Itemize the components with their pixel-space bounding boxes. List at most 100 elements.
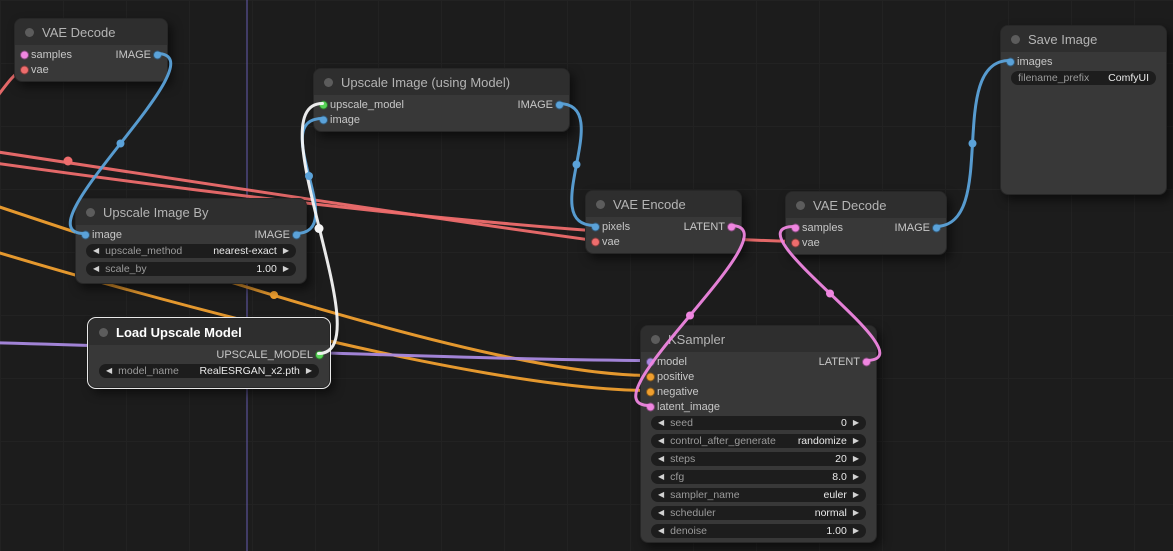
widget-label: scale_by	[105, 263, 147, 275]
input-label: negative	[657, 385, 699, 398]
widget-model-name[interactable]: ◀ model_name RealESRGAN_x2.pth ▶	[99, 364, 319, 378]
widget-sampler-name[interactable]: ◀ sampler_name euler ▶	[651, 488, 866, 502]
input-slot-vae[interactable]	[791, 238, 800, 247]
widget-label: steps	[670, 453, 696, 465]
widget-label: filename_prefix	[1018, 72, 1090, 84]
decrement-arrow-icon[interactable]: ◀	[106, 367, 112, 375]
input-slot-pixels[interactable]	[591, 222, 600, 231]
decrement-arrow-icon[interactable]: ◀	[658, 473, 664, 481]
increment-arrow-icon[interactable]: ▶	[853, 527, 859, 535]
increment-arrow-icon[interactable]: ▶	[853, 455, 859, 463]
output-slot-latent[interactable]	[727, 222, 736, 231]
output-slot-image[interactable]	[292, 230, 301, 239]
node-titlebar[interactable]: Save Image	[1001, 26, 1166, 52]
node-title: Load Upscale Model	[116, 324, 242, 340]
widget-label: seed	[670, 417, 693, 429]
collapse-icon[interactable]	[86, 207, 95, 217]
input-label: upscale_model	[330, 98, 404, 111]
node-titlebar[interactable]: Load Upscale Model	[89, 319, 329, 345]
widget-seed[interactable]: ◀ seed 0 ▶	[651, 416, 866, 430]
widget-value: 1.00	[826, 525, 847, 537]
input-slot-negative[interactable]	[646, 387, 655, 396]
node-titlebar[interactable]: KSampler	[641, 326, 876, 352]
increment-arrow-icon[interactable]: ▶	[853, 491, 859, 499]
input-slot-samples[interactable]	[20, 50, 29, 59]
widget-filename-prefix[interactable]: filename_prefix ComfyUI	[1011, 71, 1156, 85]
input-slot-samples[interactable]	[791, 223, 800, 232]
input-slot-image[interactable]	[319, 115, 328, 124]
input-slot-latent-image[interactable]	[646, 402, 655, 411]
output-slot-upscale-model[interactable]	[315, 350, 324, 359]
increment-arrow-icon[interactable]: ▶	[853, 437, 859, 445]
wire-dot-image-2	[305, 172, 313, 180]
input-slot-model[interactable]	[646, 357, 655, 366]
decrement-arrow-icon[interactable]: ◀	[658, 491, 664, 499]
decrement-arrow-icon[interactable]: ◀	[93, 247, 99, 255]
decrement-arrow-icon[interactable]: ◀	[658, 527, 664, 535]
collapse-icon[interactable]	[596, 199, 605, 209]
input-slot-image[interactable]	[81, 230, 90, 239]
input-slot-images[interactable]	[1006, 57, 1015, 66]
node-load-upscale-model[interactable]: Load Upscale Model UPSCALE_MODEL ◀ model…	[87, 317, 331, 389]
output-label: UPSCALE_MODEL	[216, 348, 313, 361]
node-ksampler[interactable]: KSampler model LATENT positive negative …	[640, 325, 877, 543]
node-titlebar[interactable]: VAE Encode	[586, 191, 741, 217]
decrement-arrow-icon[interactable]: ◀	[658, 437, 664, 445]
node-vae-encode[interactable]: VAE Encode pixels LATENT vae	[585, 190, 742, 254]
input-label: samples	[802, 221, 843, 234]
widget-scale-by[interactable]: ◀ scale_by 1.00 ▶	[86, 262, 296, 276]
node-graph-canvas[interactable]: VAE Decode samples IMAGE vae Upscale Ima…	[0, 0, 1173, 551]
increment-arrow-icon[interactable]: ▶	[853, 419, 859, 427]
collapse-icon[interactable]	[1011, 34, 1020, 44]
node-title: Upscale Image (using Model)	[341, 74, 511, 90]
decrement-arrow-icon[interactable]: ◀	[658, 455, 664, 463]
wire-dot-image-3	[572, 160, 581, 169]
node-upscale-image-using-model[interactable]: Upscale Image (using Model) upscale_mode…	[313, 68, 570, 132]
output-slot-latent[interactable]	[862, 357, 871, 366]
widget-control-after-generate[interactable]: ◀ control_after_generate randomize ▶	[651, 434, 866, 448]
widget-value: 1.00	[256, 263, 277, 275]
widget-denoise[interactable]: ◀ denoise 1.00 ▶	[651, 524, 866, 538]
collapse-icon[interactable]	[99, 327, 108, 337]
decrement-arrow-icon[interactable]: ◀	[658, 509, 664, 517]
input-slot-vae[interactable]	[591, 237, 600, 246]
collapse-icon[interactable]	[25, 27, 34, 37]
output-slot-image[interactable]	[153, 50, 162, 59]
input-slot-positive[interactable]	[646, 372, 655, 381]
increment-arrow-icon[interactable]: ▶	[283, 265, 289, 273]
widget-upscale-method[interactable]: ◀ upscale_method nearest-exact ▶	[86, 244, 296, 258]
widget-scheduler[interactable]: ◀ scheduler normal ▶	[651, 506, 866, 520]
input-label: vae	[31, 63, 49, 76]
input-label: images	[1017, 55, 1053, 68]
increment-arrow-icon[interactable]: ▶	[853, 473, 859, 481]
widget-value: euler	[823, 489, 847, 501]
input-slot-vae[interactable]	[20, 65, 29, 74]
input-slot-upscale-model[interactable]	[319, 100, 328, 109]
increment-arrow-icon[interactable]: ▶	[853, 509, 859, 517]
decrement-arrow-icon[interactable]: ◀	[93, 265, 99, 273]
node-upscale-image-by[interactable]: Upscale Image By image IMAGE ◀ upscale_m…	[75, 198, 307, 284]
node-vae-decode-2[interactable]: VAE Decode samples IMAGE vae	[785, 191, 947, 255]
input-label: pixels	[602, 220, 631, 233]
collapse-icon[interactable]	[651, 334, 660, 344]
output-slot-image[interactable]	[555, 100, 564, 109]
node-vae-decode-1[interactable]: VAE Decode samples IMAGE vae	[14, 18, 168, 82]
increment-arrow-icon[interactable]: ▶	[283, 247, 289, 255]
decrement-arrow-icon[interactable]: ◀	[658, 419, 664, 427]
node-titlebar[interactable]: VAE Decode	[786, 192, 946, 218]
node-titlebar[interactable]: VAE Decode	[15, 19, 167, 45]
node-titlebar[interactable]: Upscale Image (using Model)	[314, 69, 569, 95]
collapse-icon[interactable]	[324, 77, 333, 87]
widget-label: control_after_generate	[670, 435, 776, 447]
increment-arrow-icon[interactable]: ▶	[306, 367, 312, 375]
node-titlebar[interactable]: Upscale Image By	[76, 199, 306, 225]
node-save-image[interactable]: Save Image images filename_prefix ComfyU…	[1000, 25, 1167, 195]
widget-value: randomize	[797, 435, 847, 447]
node-title: KSampler	[668, 331, 726, 347]
widget-label: upscale_method	[105, 245, 183, 257]
collapse-icon[interactable]	[796, 200, 805, 210]
widget-cfg[interactable]: ◀ cfg 8.0 ▶	[651, 470, 866, 484]
widget-steps[interactable]: ◀ steps 20 ▶	[651, 452, 866, 466]
input-label: vae	[602, 235, 620, 248]
output-slot-image[interactable]	[932, 223, 941, 232]
